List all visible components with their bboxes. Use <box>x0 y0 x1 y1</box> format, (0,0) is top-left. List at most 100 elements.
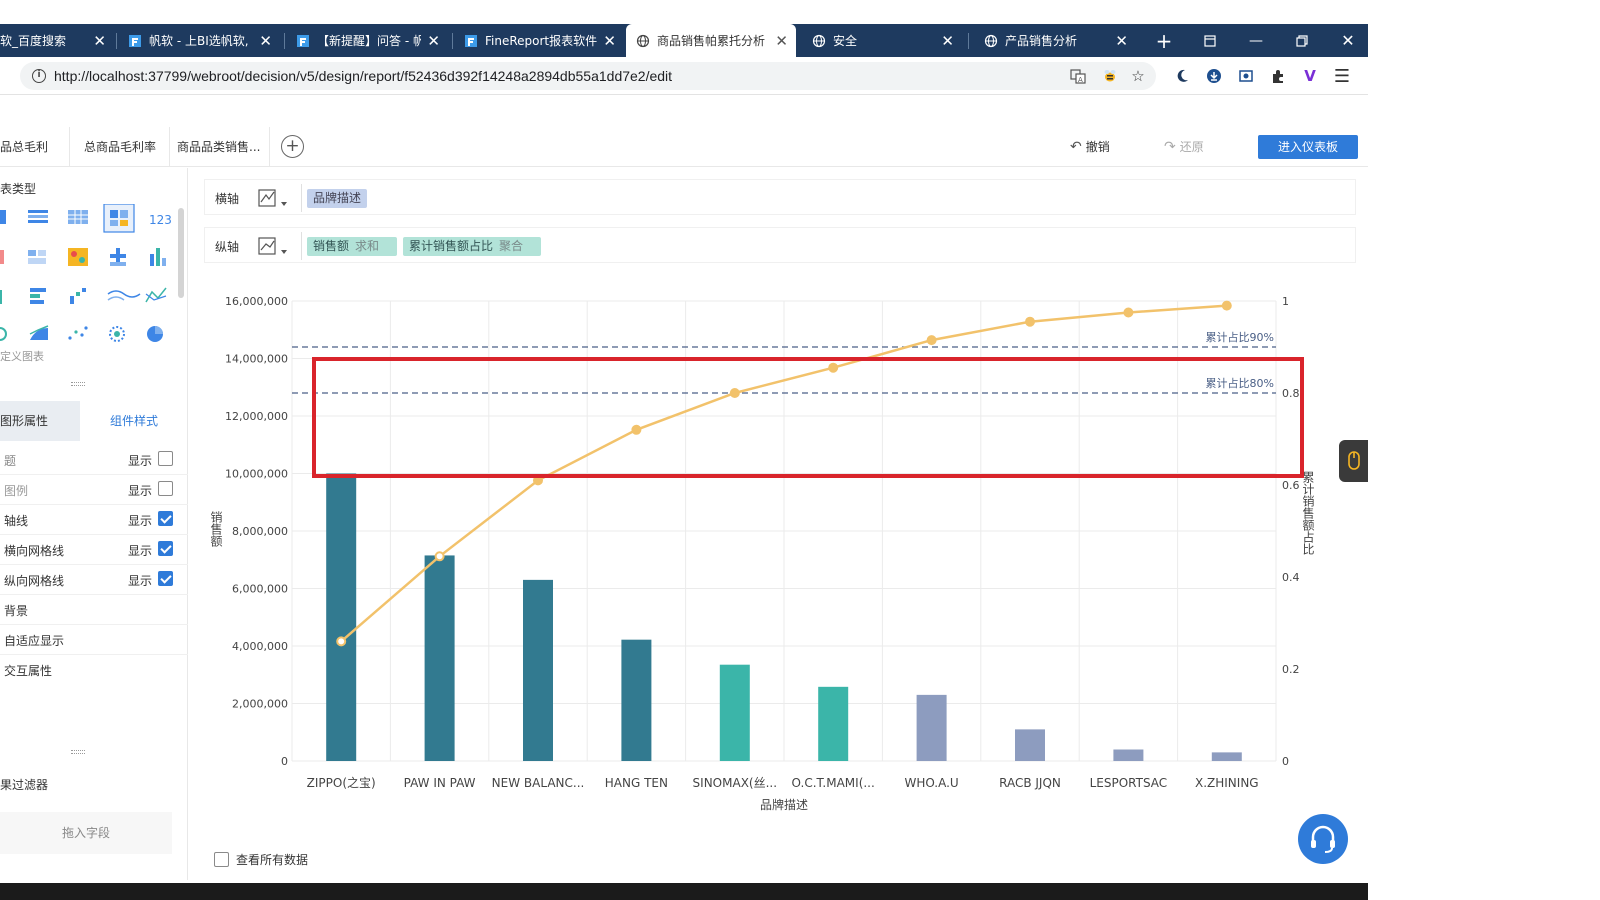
browser-tab[interactable]: 产品销售分析 ✕ <box>974 24 1136 57</box>
address-bar: i http://localhost:37799/webroot/decisio… <box>0 57 1368 95</box>
close-icon[interactable]: ✕ <box>603 32 616 50</box>
prop-row-h-grid: 横向网格线 显示 <box>0 534 188 565</box>
y2-tick-label: 0.2 <box>1282 663 1300 676</box>
menu-icon[interactable]: ☰ <box>1332 66 1352 87</box>
browser-tab[interactable]: 安全 ✕ <box>802 24 962 57</box>
line-point <box>1221 300 1232 311</box>
bar <box>326 473 357 761</box>
sheet-tab[interactable]: 总商品毛利率 <box>70 127 170 167</box>
y2-tick-label: 1 <box>1282 295 1289 308</box>
bee-extension-icon[interactable] <box>1100 66 1120 86</box>
v-extension-icon[interactable]: V <box>1300 66 1320 86</box>
x-axis-row-label: 横轴 <box>215 192 240 206</box>
y-axis-title: 销售额 <box>209 511 223 548</box>
bar <box>1211 752 1242 761</box>
left-panel: 表类型 123 定义图表 图形属性 组件样式 题 显示 图例 显示 轴线 显示 … <box>0 168 188 880</box>
prop-label: 纵向网格线 <box>4 574 65 588</box>
browser-tab[interactable]: 帆软 - 上BI选帆软, ✕ <box>128 24 280 57</box>
axis-line-show-checkbox[interactable] <box>158 511 173 526</box>
y2-axis-title: 累计销售额占比 <box>1301 471 1315 556</box>
x-axis-type-icon[interactable] <box>257 186 293 210</box>
kpi-number-icon: 123 <box>149 213 172 227</box>
y-axis-field-pill-sales[interactable]: 销售额 求和 <box>307 237 397 256</box>
prop-label: 横向网格线 <box>4 544 65 558</box>
close-icon[interactable]: ✕ <box>941 32 954 50</box>
show-label: 显示 <box>128 544 153 558</box>
add-sheet-button[interactable]: + <box>281 135 304 158</box>
url-field[interactable]: i http://localhost:37799/webroot/decisio… <box>20 62 1156 90</box>
prop-row-background[interactable]: 背景 <box>0 594 188 625</box>
chart-type-grid[interactable]: 123 <box>0 204 178 372</box>
side-panel-handle[interactable] <box>1339 440 1368 482</box>
minimize-icon[interactable]: — <box>1236 24 1276 57</box>
browser-tab[interactable]: 软_百度搜索 ✕ <box>0 24 114 57</box>
star-icon[interactable]: ☆ <box>1128 66 1148 86</box>
screenshot-icon[interactable] <box>1236 66 1256 86</box>
close-icon[interactable]: ✕ <box>775 32 788 50</box>
y-axis-type-icon[interactable] <box>257 234 293 258</box>
fanruan-icon <box>465 34 477 47</box>
sheet-tab[interactable]: 商品品类销售... <box>170 127 270 167</box>
y-tick-label: 0 <box>281 755 288 768</box>
undo-button[interactable]: ↶ 撤销 <box>1070 127 1110 167</box>
prop-label: 题 <box>4 454 17 468</box>
title-show-checkbox[interactable] <box>158 451 173 466</box>
x-axis-field-pill[interactable]: 品牌描述 <box>307 189 368 208</box>
show-label: 显示 <box>128 484 153 498</box>
extensions-icon[interactable] <box>1268 66 1288 86</box>
h-grid-show-checkbox[interactable] <box>158 541 173 556</box>
line-point <box>533 475 543 486</box>
enter-dashboard-button[interactable]: 进入仪表板 <box>1258 135 1358 159</box>
view-all-checkbox[interactable] <box>214 852 229 867</box>
view-all-data-toggle[interactable]: 查看所有数据 <box>214 851 308 868</box>
prop-label: 交互属性 <box>4 664 53 678</box>
fanruan-icon <box>297 34 309 47</box>
tab-search-icon[interactable] <box>1190 24 1230 57</box>
pareto-chart[interactable]: 累计占比90% 累计占比80% 0 2,000,000 4,000,000 6,000,… <box>204 276 1356 880</box>
bar <box>424 555 455 761</box>
close-icon[interactable]: ✕ <box>259 32 272 50</box>
reference-line-label: 累计占比80% <box>1206 376 1274 390</box>
undo-icon: ↶ <box>1070 139 1082 155</box>
browser-tab[interactable]: 【新提醒】问答 - 帆 ✕ <box>296 24 448 57</box>
redo-icon: ↷ <box>1164 139 1176 155</box>
browser-tab-active[interactable]: 商品销售帕累托分析 ✕ <box>626 24 796 57</box>
bar <box>1015 729 1045 761</box>
table-icon <box>0 210 6 224</box>
close-window-icon[interactable]: ✕ <box>1328 24 1368 57</box>
x-tick-label: LESPORTSAC <box>1090 776 1168 790</box>
resize-grip[interactable] <box>71 750 85 754</box>
prop-row-interaction[interactable]: 交互属性 <box>0 654 188 685</box>
moon-icon[interactable] <box>1172 66 1192 86</box>
tab-component-style[interactable]: 组件样式 <box>80 401 188 441</box>
restore-icon[interactable] <box>1282 24 1322 57</box>
detail-table-icon <box>28 210 48 223</box>
y-tick-label: 8,000,000 <box>232 525 288 538</box>
drop-field-zone[interactable]: 拖入字段 <box>0 812 172 854</box>
legend-show-checkbox[interactable] <box>158 481 173 496</box>
custom-chart-label[interactable]: 定义图表 <box>0 348 44 364</box>
close-icon[interactable]: ✕ <box>93 32 106 50</box>
tab-graphic-properties[interactable]: 图形属性 <box>0 401 80 441</box>
tab-label: 软_百度搜索 <box>0 34 67 48</box>
tab-label: FineReport报表软件 <box>485 34 597 48</box>
prop-row-adaptive[interactable]: 自适应显示 <box>0 624 188 655</box>
left-panel-scrollbar[interactable] <box>178 208 184 298</box>
y-axis-row-label: 纵轴 <box>215 240 240 254</box>
tab-label: 产品销售分析 <box>1005 34 1078 48</box>
y-axis-field-pill-cumulative[interactable]: 累计销售额占比 聚合 <box>403 237 541 256</box>
close-icon[interactable]: ✕ <box>427 32 440 50</box>
translate-icon[interactable]: A <box>1068 66 1088 86</box>
close-icon[interactable]: ✕ <box>1115 32 1128 50</box>
redo-button[interactable]: ↷ 还原 <box>1164 127 1204 167</box>
v-grid-show-checkbox[interactable] <box>158 571 173 586</box>
resize-grip[interactable] <box>71 382 85 386</box>
new-tab-icon[interactable]: + <box>1144 24 1184 57</box>
info-icon[interactable]: i <box>32 69 46 83</box>
download-icon[interactable] <box>1204 66 1224 86</box>
browser-tab[interactable]: FineReport报表软件 ✕ <box>464 24 624 57</box>
x-tick-label: X.ZHINING <box>1195 776 1259 790</box>
bar <box>818 686 849 761</box>
customer-service-button[interactable] <box>1298 814 1348 864</box>
sheet-tab[interactable]: 品总毛利 <box>0 127 70 167</box>
